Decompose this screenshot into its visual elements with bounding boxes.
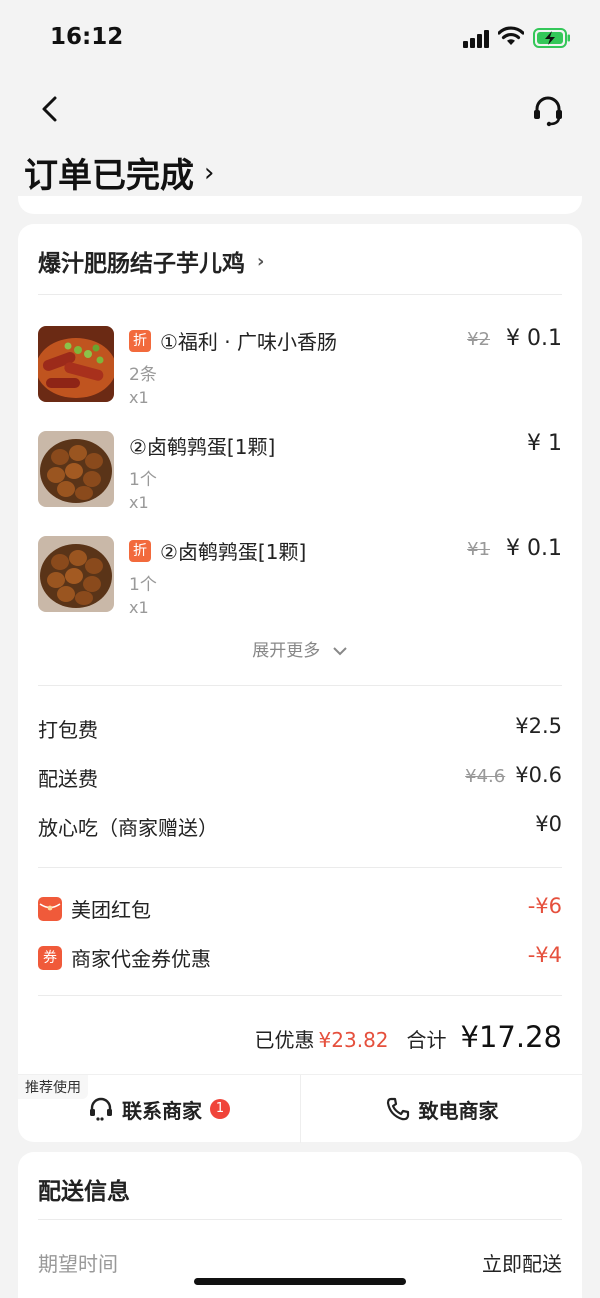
- contact-merchant-label: 联系商家: [122, 1098, 202, 1123]
- item-name: ①福利 · 广味小香肠: [160, 330, 338, 354]
- item-original-price: ¥2: [467, 329, 491, 350]
- status-time: 16:12: [50, 24, 124, 50]
- fee-label: 配送费: [38, 767, 98, 791]
- item-spec: 2条: [129, 365, 157, 385]
- item-price-group: ¥1 ¥ 0.1: [467, 536, 562, 561]
- discount-value: -¥6: [527, 894, 562, 918]
- shop-name-link[interactable]: 爆汁肥肠结子芋儿鸡 ›: [38, 244, 264, 278]
- divider: [38, 995, 562, 996]
- fee-row-assurance: 放心吃（商家赠送） ¥0: [38, 812, 562, 842]
- item-image-quail-eggs: [38, 536, 114, 612]
- expected-time-value: 立即配送: [482, 1252, 562, 1276]
- item-spec: 1个: [129, 575, 157, 595]
- item-price: ¥ 0.1: [506, 326, 562, 351]
- fee-amount: ¥2.5: [515, 714, 562, 738]
- headset-icon: [90, 1097, 112, 1121]
- fee-label: 打包费: [38, 718, 98, 742]
- red-packet-icon: [38, 896, 62, 921]
- item-price: ¥ 0.1: [506, 536, 562, 561]
- expected-time-label: 期望时间: [38, 1252, 118, 1276]
- expand-more-button[interactable]: 展开更多: [18, 636, 582, 661]
- fee-value: ¥2.5: [515, 714, 562, 738]
- signal-icon: [463, 30, 491, 48]
- item-image-quail-eggs: [38, 431, 114, 507]
- order-card: 爆汁肥肠结子芋儿鸡 › 折 ①福利 · 广味小香肠 2条 x1 ¥2 ¥ 0.1: [18, 224, 582, 1143]
- order-total-row: 已优惠 ¥23.82 合计 ¥17.28: [255, 1020, 562, 1054]
- page-title[interactable]: 订单已完成 ›: [24, 148, 214, 197]
- call-merchant-button[interactable]: 致电商家: [301, 1075, 582, 1143]
- total-label: 合计: [406, 1028, 447, 1052]
- saved-amount: ¥23.82: [318, 1028, 389, 1052]
- item-spec: 1个: [129, 470, 157, 490]
- discount-label: 美团红包: [71, 898, 151, 922]
- chevron-right-icon: ›: [257, 250, 265, 272]
- fee-value: ¥0: [535, 812, 562, 836]
- previous-card-edge: [18, 196, 582, 214]
- item-price-group: ¥ 1: [527, 431, 562, 456]
- home-indicator: [194, 1278, 406, 1285]
- status-bar: 16:12: [0, 0, 600, 80]
- fee-label: 放心吃（商家赠送）: [38, 816, 218, 840]
- total-amount: ¥17.28: [460, 1020, 562, 1054]
- item-original-price: ¥1: [467, 539, 491, 560]
- order-item[interactable]: ②卤鹌鹑蛋[1颗] 1个 x1 ¥ 1: [38, 431, 562, 521]
- fee-amount: ¥0.6: [515, 763, 562, 787]
- phone-icon: [386, 1097, 409, 1121]
- unread-badge: 1: [210, 1099, 230, 1119]
- battery-charging-icon: [533, 28, 570, 48]
- discount-label-group: 美团红包: [38, 894, 151, 923]
- item-price: ¥ 1: [527, 431, 562, 456]
- merchant-action-bar: 推荐使用 联系商家 1 致电商家: [18, 1074, 582, 1143]
- item-quantity: x1: [129, 598, 149, 617]
- order-status-title: 订单已完成: [24, 156, 194, 196]
- item-name: ②卤鹌鹑蛋[1颗]: [160, 540, 307, 564]
- expand-more-label: 展开更多: [252, 641, 321, 661]
- order-item[interactable]: 折 ①福利 · 广味小香肠 2条 x1 ¥2 ¥ 0.1: [38, 326, 562, 416]
- fee-value: ¥4.6 ¥0.6: [465, 763, 562, 787]
- shop-name: 爆汁肥肠结子芋儿鸡: [38, 251, 245, 277]
- divider: [38, 867, 562, 868]
- customer-service-icon[interactable]: [531, 94, 565, 128]
- delivery-info-card: 配送信息 期望时间 立即配送: [18, 1152, 582, 1298]
- divider: [38, 294, 562, 295]
- chevron-right-icon: ›: [204, 157, 215, 188]
- discount-row-voucher: 券 商家代金券优惠 -¥4: [38, 943, 562, 973]
- item-quantity: x1: [129, 493, 149, 512]
- delivery-title: 配送信息: [38, 1179, 130, 1205]
- item-name: ②卤鹌鹑蛋[1颗]: [129, 435, 276, 459]
- fee-row-packing: 打包费 ¥2.5: [38, 714, 562, 744]
- discount-value: -¥4: [527, 943, 562, 967]
- item-image-sausage: [38, 326, 114, 402]
- chevron-down-icon: [332, 647, 347, 656]
- contact-merchant-button[interactable]: 联系商家 1: [18, 1075, 300, 1143]
- fee-original-amount: ¥4.6: [465, 766, 506, 787]
- fee-amount: ¥0: [535, 812, 562, 836]
- discount-badge: 折: [129, 539, 151, 562]
- item-quantity: x1: [129, 388, 149, 407]
- order-item[interactable]: 折 ②卤鹌鹑蛋[1颗] 1个 x1 ¥1 ¥ 0.1: [38, 536, 562, 626]
- coupon-icon: 券: [38, 945, 62, 970]
- discount-label-group: 券 商家代金券优惠: [38, 943, 211, 972]
- divider: [38, 685, 562, 686]
- discount-row-red-packet: 美团红包 -¥6: [38, 894, 562, 924]
- wifi-icon: [498, 26, 524, 45]
- discount-badge: 折: [129, 329, 151, 352]
- call-merchant-label: 致电商家: [418, 1098, 499, 1123]
- saved-label: 已优惠: [254, 1028, 315, 1052]
- fee-row-delivery: 配送费 ¥4.6 ¥0.6: [38, 763, 562, 793]
- back-icon[interactable]: [36, 94, 66, 124]
- item-price-group: ¥2 ¥ 0.1: [467, 326, 562, 351]
- discount-label: 商家代金券优惠: [71, 947, 211, 971]
- divider: [38, 1219, 562, 1220]
